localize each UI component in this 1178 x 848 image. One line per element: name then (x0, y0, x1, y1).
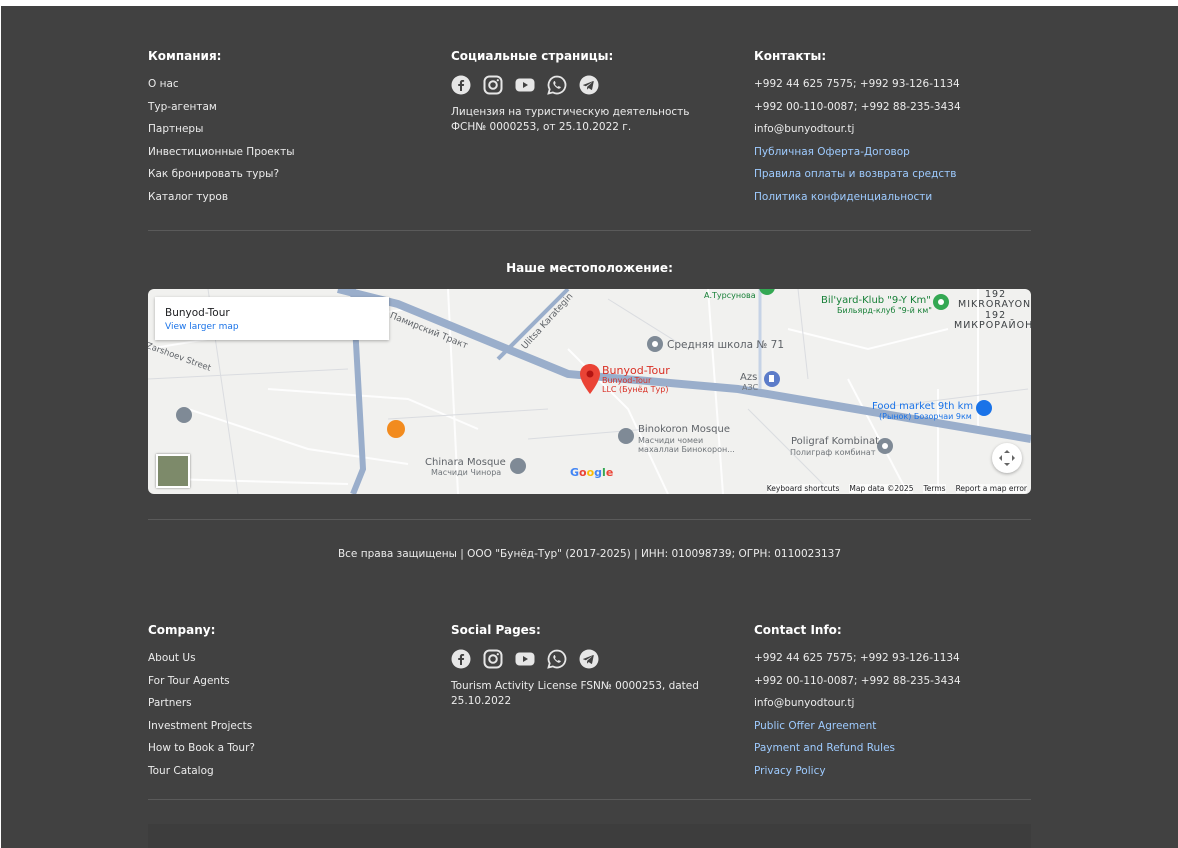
social-heading: Social Pages: (451, 623, 541, 637)
social-icons (451, 649, 711, 669)
company-links: About Us For Tour Agents Partners Invest… (148, 652, 255, 778)
map-label-food-market-sub: (Рынок) Бозорчаи 9км (879, 412, 972, 421)
telegram-icon[interactable] (579, 75, 599, 95)
license-text: Tourism Activity License FSN№ 0000253, d… (451, 680, 699, 707)
divider (148, 519, 1031, 520)
report-map-error-link[interactable]: Report a map error (955, 484, 1027, 493)
map-label-poligraf[interactable]: Poligraf Kombinat (791, 436, 879, 447)
whatsapp-icon[interactable] (547, 75, 567, 95)
map-info-card: Bunyod-Tour View larger map (155, 297, 389, 340)
telegram-icon[interactable] (579, 649, 599, 669)
location-map[interactable]: Bunyod-Tour View larger map Bunyod-Tour … (148, 289, 1031, 494)
satellite-toggle[interactable] (156, 454, 190, 488)
view-larger-map-link[interactable]: View larger map (165, 322, 239, 332)
link-how-to-book[interactable]: Как бронировать туры? (148, 168, 295, 181)
email-link[interactable]: info@bunyodtour.tj (754, 123, 961, 136)
phone-line-2[interactable]: +992 00-110-0087; +992 88-235-3434 (754, 101, 961, 114)
fullscreen-icon (999, 450, 1015, 466)
whatsapp-icon[interactable] (547, 649, 567, 669)
company-column: Компания: О нас Тур-агентам Партнеры Инв… (148, 48, 295, 213)
company-column: Company: About Us For Tour Agents Partne… (148, 622, 255, 787)
social-column: Social Pages: Tourism Activity License F… (451, 622, 711, 709)
map-label-chinara-sub: Масчиди Чинора (431, 468, 502, 477)
divider (148, 799, 1031, 800)
contacts-heading: Contact Info: (754, 623, 842, 637)
footer-en: Company: About Us For Tour Agents Partne… (148, 622, 1031, 782)
link-public-offer[interactable]: Public Offer Agreement (754, 720, 961, 733)
location-title: Наше местоположение: (506, 261, 673, 275)
link-tour-agents[interactable]: Тур-агентам (148, 101, 295, 114)
phone-line-1[interactable]: +992 44 625 7575; +992 93-126-1134 (754, 652, 961, 665)
facebook-icon[interactable] (451, 649, 471, 669)
footer-bottom-panel (148, 824, 1031, 848)
company-heading: Company: (148, 623, 216, 637)
map-label-mikro-2: MIKRORAYON (958, 299, 1031, 310)
email-link[interactable]: info@bunyodtour.tj (754, 697, 961, 710)
contacts-heading: Контакты: (754, 49, 827, 63)
map-label-tursunova: А.Турсунова (704, 291, 756, 300)
company-links: О нас Тур-агентам Партнеры Инвестиционны… (148, 78, 295, 204)
link-about[interactable]: О нас (148, 78, 295, 91)
link-privacy[interactable]: Privacy Policy (754, 765, 961, 778)
instagram-icon[interactable] (483, 649, 503, 669)
divider (148, 230, 1031, 231)
map-label-bunyod-sub2: LLC (Бунёд Тур) (602, 385, 669, 394)
footer: Компания: О нас Тур-агентам Партнеры Инв… (1, 6, 1178, 848)
terms-link[interactable]: Terms (923, 484, 946, 493)
map-card-title: Bunyod-Tour (165, 307, 230, 319)
map-label-poligraf-sub: Полиграф комбинат (790, 448, 876, 457)
link-how-to-book[interactable]: How to Book a Tour? (148, 742, 255, 755)
map-label-billiard[interactable]: Bil'yard-Klub "9-Y Km" (821, 295, 931, 306)
link-payment-rules[interactable]: Payment and Refund Rules (754, 742, 961, 755)
map-label-mikro-4: МИКРОРАЙОН (954, 320, 1031, 331)
contacts-list: +992 44 625 7575; +992 93-126-1134 +992 … (754, 78, 961, 204)
map-footer: Keyboard shortcuts Map data ©2025 Terms … (766, 484, 1027, 493)
phone-line-1[interactable]: +992 44 625 7575; +992 93-126-1134 (754, 78, 961, 91)
link-catalog[interactable]: Tour Catalog (148, 765, 255, 778)
link-public-offer[interactable]: Публичная Оферта-Договор (754, 146, 961, 159)
facebook-icon[interactable] (451, 75, 471, 95)
map-label-azs-sub: АЗС (742, 383, 759, 392)
fullscreen-button[interactable] (992, 443, 1022, 473)
youtube-icon[interactable] (515, 75, 535, 95)
instagram-icon[interactable] (483, 75, 503, 95)
map-label-food-market[interactable]: Food market 9th km (872, 401, 973, 412)
footer-ru: Компания: О нас Тур-агентам Партнеры Инв… (148, 48, 1031, 208)
keyboard-shortcuts-link[interactable]: Keyboard shortcuts (766, 484, 840, 493)
company-heading: Компания: (148, 49, 222, 63)
social-column: Социальные страницы: Лицензия на туристи… (451, 48, 711, 135)
link-investment[interactable]: Инвестиционные Проекты (148, 146, 295, 159)
phone-line-2[interactable]: +992 00-110-0087; +992 88-235-3434 (754, 675, 961, 688)
map-label-bunyod-sub1: Bunyod-Tour (602, 376, 652, 385)
link-privacy[interactable]: Политика конфиденциальности (754, 191, 961, 204)
link-payment-rules[interactable]: Правила оплаты и возврата средств (754, 168, 961, 181)
link-partners[interactable]: Партнеры (148, 123, 295, 136)
link-investment[interactable]: Investment Projects (148, 720, 255, 733)
map-label-billiard-sub: Бильярд-клуб "9-й км" (837, 306, 932, 315)
link-about[interactable]: About Us (148, 652, 255, 665)
map-data-text: Map data ©2025 (849, 484, 914, 493)
map-label-school[interactable]: Средняя школа № 71 (667, 339, 784, 351)
contacts-column: Контакты: +992 44 625 7575; +992 93-126-… (754, 48, 961, 213)
location-pin-icon (580, 364, 600, 394)
map-label-chinara[interactable]: Chinara Mosque (425, 457, 506, 468)
copyright-text: Все права защищены | ООО "Бунёд-Тур" (20… (337, 548, 842, 560)
map-label-binokoron-sub2: махаллаи Бинокорон... (638, 445, 735, 454)
social-icons (451, 75, 711, 95)
youtube-icon[interactable] (515, 649, 535, 669)
map-label-binokoron-sub1: Масчиди чомеи (638, 436, 704, 445)
contacts-column: Contact Info: +992 44 625 7575; +992 93-… (754, 622, 961, 787)
link-tour-agents[interactable]: For Tour Agents (148, 675, 255, 688)
social-heading: Социальные страницы: (451, 49, 614, 63)
map-label-azs[interactable]: Azs (740, 372, 757, 383)
link-partners[interactable]: Partners (148, 697, 255, 710)
license-text: Лицензия на туристическую деятельность Ф… (451, 106, 690, 133)
contacts-list: +992 44 625 7575; +992 93-126-1134 +992 … (754, 652, 961, 778)
map-label-binokoron[interactable]: Binokoron Mosque (638, 424, 730, 435)
google-logo: Google (570, 466, 614, 479)
link-catalog[interactable]: Каталог туров (148, 191, 295, 204)
